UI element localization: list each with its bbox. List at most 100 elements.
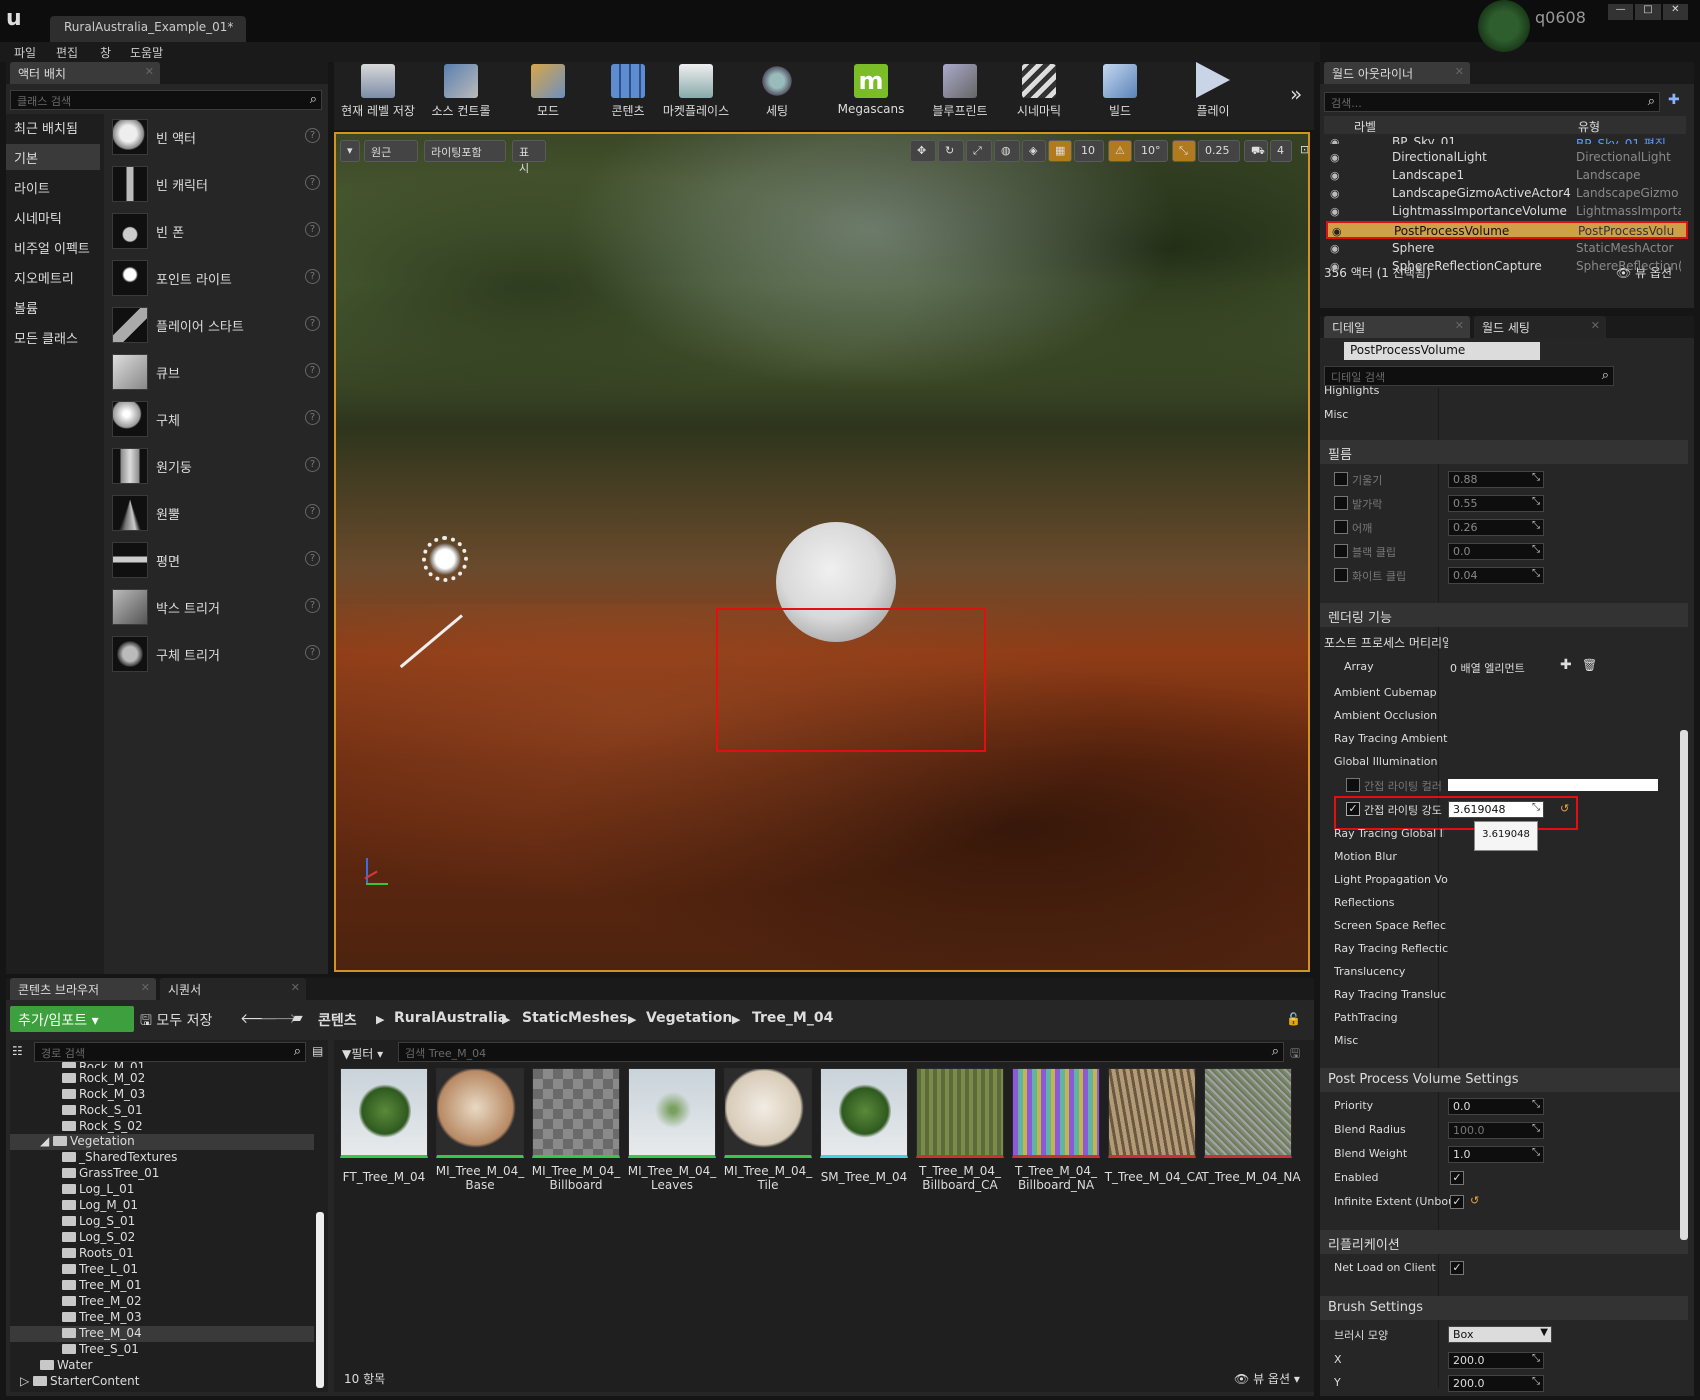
help-icon[interactable]: ?	[305, 598, 320, 613]
outliner-row[interactable]: ◉ SphereReflectionCapture SphereReflection…	[1326, 258, 1688, 276]
asset-tile[interactable]	[1108, 1068, 1196, 1158]
details-group[interactable]: Reflections	[1320, 892, 1682, 914]
override-checkbox[interactable]	[1346, 778, 1360, 792]
outliner-row[interactable]: ◉ Landscape1 Landscape	[1326, 167, 1688, 185]
eye-icon[interactable]: ◉	[1330, 242, 1340, 255]
maximize-icon[interactable]: □	[1635, 4, 1661, 20]
category-geometry[interactable]: 지오메트리	[6, 264, 100, 290]
actor-item[interactable]: 큐브?	[108, 351, 328, 395]
folder-item-selected[interactable]: Tree_M_04	[10, 1326, 314, 1342]
details-group[interactable]: Ray Tracing Reflectic	[1320, 938, 1682, 960]
help-icon[interactable]: ?	[305, 551, 320, 566]
actor-item[interactable]: 원뿔?	[108, 492, 328, 536]
scale-size[interactable]: 0.25	[1198, 140, 1240, 162]
help-icon[interactable]: ?	[305, 175, 320, 190]
actor-item[interactable]: 포인트 라이트?	[108, 257, 328, 301]
folder-item[interactable]: Tree_M_02	[62, 1294, 142, 1310]
reset-icon[interactable]: ↺	[1560, 802, 1569, 815]
content-button[interactable]: 콘텐츠	[592, 62, 664, 124]
folder-item[interactable]: Rock_M_03	[62, 1087, 145, 1103]
source-control-icon[interactable]	[1478, 0, 1530, 52]
tab-world-settings[interactable]: 월드 세팅 ✕	[1474, 316, 1606, 338]
filter-button[interactable]: ▼필터 ▾	[342, 1045, 383, 1062]
help-icon[interactable]: ?	[305, 222, 320, 237]
override-checkbox[interactable]	[1334, 496, 1348, 510]
net-load-checkbox[interactable]: ✓	[1450, 1261, 1464, 1275]
blueprints-button[interactable]: 블루프린트	[920, 62, 1000, 124]
grid-size[interactable]: 10	[1074, 140, 1104, 162]
folder-item[interactable]: Rock_M_01	[62, 1060, 145, 1068]
breadcrumb-item[interactable]: 콘텐츠	[318, 1010, 357, 1030]
add-actor-icon[interactable]: ✚	[1668, 92, 1680, 108]
menu-file[interactable]: 파일	[14, 44, 36, 61]
eye-icon[interactable]: ◉	[1330, 151, 1340, 164]
details-group[interactable]: Misc	[1320, 404, 1682, 426]
outliner-row-selected[interactable]: ◉ PostProcessVolume PostProcessVolu	[1326, 221, 1688, 239]
menu-window[interactable]: 창	[100, 44, 111, 61]
tab-place-actors[interactable]: 액터 배치 ✕	[10, 62, 160, 84]
brush-shape-dropdown[interactable]: Box ▼	[1448, 1326, 1552, 1343]
tab-sequencer[interactable]: 시퀀서 ✕	[160, 978, 306, 1000]
object-name-field[interactable]: PostProcessVolume	[1344, 342, 1540, 360]
override-checkbox[interactable]	[1334, 520, 1348, 534]
breadcrumb-item[interactable]: Tree_M_04	[752, 1010, 833, 1026]
lit-button[interactable]: 라이팅포함	[424, 140, 506, 162]
actor-item[interactable]: 빈 캐릭터?	[108, 163, 328, 207]
folder-item[interactable]: Tree_M_03	[62, 1310, 142, 1326]
breadcrumb-item[interactable]: StaticMeshes	[522, 1010, 628, 1026]
view-options-button[interactable]: 👁 뷰 옵션 ▾	[1234, 1370, 1300, 1387]
world-icon[interactable]: ◍	[994, 140, 1020, 162]
folder-item[interactable]: Log_S_02	[62, 1230, 135, 1246]
section-rendering-features[interactable]: 렌더링 기능	[1320, 603, 1688, 627]
override-checkbox[interactable]	[1334, 472, 1348, 486]
brush-x-input[interactable]: 200.0 ⤡	[1448, 1352, 1544, 1369]
folder-item[interactable]: Rock_M_02	[62, 1071, 145, 1087]
save-all-button[interactable]: 🖫 모두 저장	[140, 1010, 212, 1034]
eye-icon[interactable]: ◉	[1330, 260, 1340, 273]
section-replication[interactable]: 리플리케이션	[1320, 1230, 1688, 1254]
folder-item[interactable]: Tree_L_01	[62, 1262, 138, 1278]
folder-item[interactable]: Tree_S_01	[62, 1342, 139, 1358]
override-checkbox[interactable]	[1334, 544, 1348, 558]
category-recent[interactable]: 최근 배치됨	[6, 114, 100, 140]
help-icon[interactable]: ?	[305, 316, 320, 331]
eye-icon[interactable]: ◉	[1330, 205, 1340, 218]
outliner-row[interactable]: ◉ LandscapeGizmoActiveActor4 LandscapeGizm…	[1326, 185, 1688, 203]
reset-icon[interactable]: ↺	[1470, 1194, 1479, 1207]
asset-tile[interactable]	[1204, 1068, 1292, 1158]
show-button[interactable]: 표시	[512, 140, 546, 175]
add-element-icon[interactable]: ✚	[1560, 657, 1572, 673]
actor-item[interactable]: 구체 트리거?	[108, 633, 328, 677]
folder-item[interactable]: _SharedTextures	[62, 1150, 177, 1166]
close-icon[interactable]: ✕	[1455, 319, 1464, 332]
asset-tile[interactable]	[1012, 1068, 1100, 1158]
details-scrollbar[interactable]	[1680, 730, 1688, 1240]
breadcrumb-item[interactable]: RuralAustralia	[394, 1010, 507, 1026]
help-icon[interactable]: ?	[305, 457, 320, 472]
add-import-button[interactable]: 추가/임포트 ▾	[10, 1006, 134, 1032]
tab-world-outliner[interactable]: 월드 아웃라이너 ✕	[1324, 62, 1470, 84]
close-icon[interactable]: ✕	[1662, 4, 1688, 20]
maximize-viewport-icon[interactable]: ⊡	[1294, 140, 1308, 162]
section-film[interactable]: 필름	[1320, 440, 1688, 464]
folder-tree-scrollbar[interactable]	[316, 1212, 324, 1388]
list-view-icon[interactable]: ▤	[312, 1044, 323, 1058]
help-icon[interactable]: ?	[305, 128, 320, 143]
details-group[interactable]: Highlights	[1320, 384, 1682, 406]
help-icon[interactable]: ?	[305, 363, 320, 378]
menu-help[interactable]: 도움말	[130, 44, 163, 61]
camera-speed-icon[interactable]: ⛟	[1244, 140, 1268, 162]
grid-snap-icon[interactable]: ▦	[1048, 140, 1072, 162]
minimize-icon[interactable]: —	[1608, 4, 1634, 20]
folder-item[interactable]: Rock_S_01	[62, 1103, 143, 1119]
details-group[interactable]: Screen Space Reflec	[1320, 915, 1682, 937]
build-button[interactable]: 빌드	[1090, 62, 1150, 124]
film-value[interactable]: 0.04 ⤡	[1448, 567, 1544, 584]
film-value[interactable]: 0.0 ⤡	[1448, 543, 1544, 560]
breadcrumb-separator-icon[interactable]: ▶	[628, 1013, 636, 1026]
breadcrumb-separator-icon[interactable]: ▶	[502, 1013, 510, 1026]
blend-radius-input[interactable]: 100.0 ⤡	[1448, 1122, 1544, 1139]
eye-icon[interactable]: ◉	[1332, 225, 1342, 238]
modes-button[interactable]: 모드	[512, 62, 584, 124]
folder-item[interactable]: Log_M_01	[62, 1198, 138, 1214]
